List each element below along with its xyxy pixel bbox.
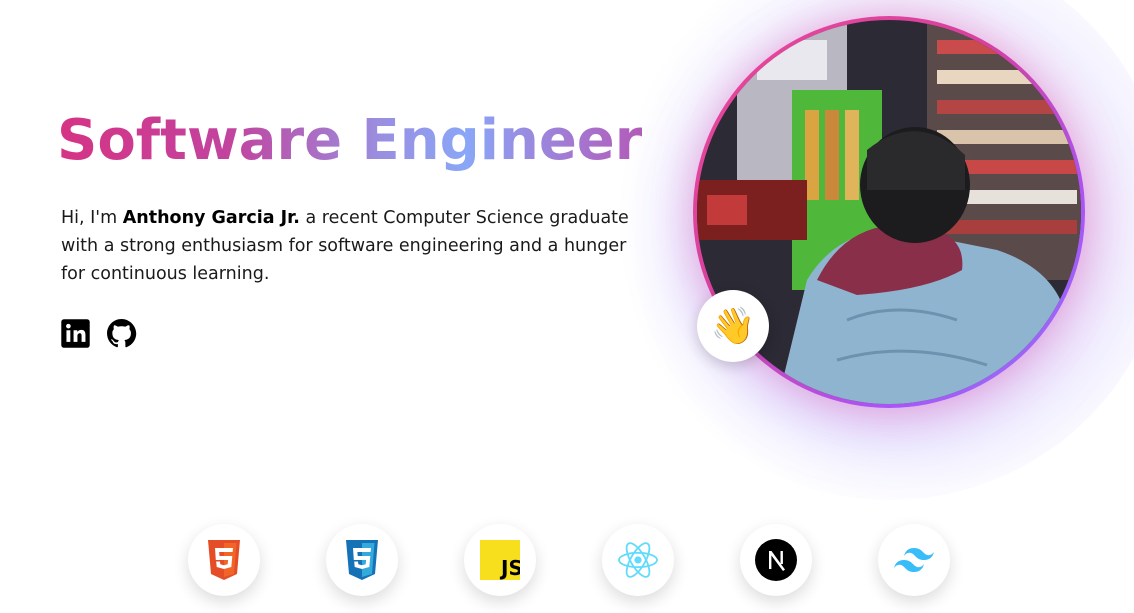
hero-title: Software Engineer bbox=[57, 108, 643, 173]
nextjs-icon[interactable] bbox=[740, 524, 812, 596]
social-links bbox=[60, 318, 137, 349]
github-icon[interactable] bbox=[106, 318, 137, 349]
tailwind-icon[interactable] bbox=[878, 524, 950, 596]
css3-icon[interactable] bbox=[326, 524, 398, 596]
svg-text:JS: JS bbox=[499, 556, 520, 580]
intro-paragraph: Hi, I'm Anthony Garcia Jr. a recent Comp… bbox=[61, 204, 646, 288]
author-name: Anthony Garcia Jr. bbox=[122, 208, 300, 228]
intro-prefix: Hi, I'm bbox=[61, 208, 123, 228]
linkedin-icon[interactable] bbox=[60, 318, 91, 349]
html5-icon[interactable] bbox=[188, 524, 260, 596]
react-icon[interactable] bbox=[602, 524, 674, 596]
tech-stack: JS bbox=[188, 524, 950, 596]
waving-hand-icon[interactable]: 👋 bbox=[697, 290, 769, 362]
javascript-icon[interactable]: JS bbox=[464, 524, 536, 596]
